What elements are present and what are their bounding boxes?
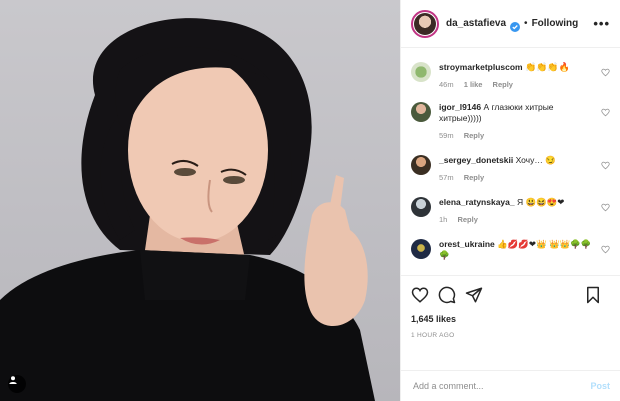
comment-username[interactable]: _sergey_donetskii	[439, 155, 513, 165]
post-timestamp: 1 HOUR AGO	[411, 332, 455, 339]
bookmark-icon[interactable]	[585, 286, 601, 304]
post-actions: 1,645 likes 1 HOUR AGO	[401, 275, 620, 370]
commenter-avatar[interactable]	[411, 197, 431, 217]
author-avatar[interactable]	[411, 9, 439, 38]
header-separator: •	[524, 18, 528, 29]
following-button[interactable]: Following	[532, 18, 579, 29]
comments-list[interactable]: stroymarketpluscom 👏👏👏🔥 46m 1 like Reply…	[401, 48, 620, 275]
instagram-post: da_astafieva • Following ••• stroymarket…	[0, 0, 620, 401]
comment-text: Хочу… 😏	[515, 155, 556, 165]
comment-item: elena_ratynskaya_ Я 😃😆😍❤ 1h Reply	[411, 197, 610, 225]
add-comment-bar: Post	[401, 370, 620, 401]
comment-time[interactable]: 46m	[439, 80, 454, 89]
comment-time[interactable]: 59m	[439, 131, 454, 140]
comment-item: igor_l9146 А глазюки хитрые хитрые))))) …	[411, 102, 610, 141]
comment-item: stroymarketpluscom 👏👏👏🔥 46m 1 like Reply	[411, 62, 610, 90]
comment-username[interactable]: igor_l9146	[439, 102, 481, 112]
author-username[interactable]: da_astafieva	[446, 18, 506, 29]
share-icon[interactable]	[465, 286, 483, 304]
comment-input[interactable]	[411, 380, 591, 392]
comment-text: 👏👏👏🔥	[525, 62, 570, 72]
reply-button[interactable]: Reply	[464, 131, 484, 140]
portrait-illustration	[0, 18, 375, 401]
reply-button[interactable]: Reply	[464, 173, 484, 182]
reply-button[interactable]: Reply	[493, 80, 513, 89]
comment-text: Я 😃😆😍❤	[517, 197, 565, 207]
comment-heart-icon[interactable]	[601, 161, 610, 170]
comment-username[interactable]: elena_ratynskaya_	[439, 197, 515, 207]
comment-heart-icon[interactable]	[601, 108, 610, 117]
comment-likes[interactable]: 1 like	[464, 80, 483, 89]
commenter-avatar[interactable]	[411, 239, 431, 259]
heart-icon[interactable]	[411, 286, 429, 304]
comment-heart-icon[interactable]	[601, 245, 610, 254]
comment-item: orest_ukraine 👍💋💋❤👑 👑👑🌳🌳🌳	[411, 239, 610, 261]
post-photo[interactable]	[0, 0, 400, 401]
commenter-avatar[interactable]	[411, 102, 431, 122]
post-comment-button[interactable]: Post	[590, 381, 610, 391]
post-side-panel: da_astafieva • Following ••• stroymarket…	[400, 0, 620, 401]
reply-button[interactable]: Reply	[457, 215, 477, 224]
comment-heart-icon[interactable]	[601, 68, 610, 77]
comment-heart-icon[interactable]	[601, 203, 610, 212]
tag-user-icon[interactable]	[8, 375, 26, 393]
comment-icon[interactable]	[438, 286, 456, 304]
comment-username[interactable]: orest_ukraine	[439, 239, 495, 249]
comment-time[interactable]: 57m	[439, 173, 454, 182]
verified-badge-icon	[510, 19, 521, 32]
likes-count[interactable]: 1,645 likes	[411, 314, 610, 324]
more-options-icon[interactable]: •••	[593, 17, 610, 30]
comment-username[interactable]: stroymarketpluscom	[439, 62, 523, 72]
comment-time[interactable]: 1h	[439, 215, 447, 224]
commenter-avatar[interactable]	[411, 155, 431, 175]
post-header: da_astafieva • Following •••	[401, 0, 620, 48]
comment-item: _sergey_donetskii Хочу… 😏 57m Reply	[411, 155, 610, 183]
commenter-avatar[interactable]	[411, 62, 431, 82]
